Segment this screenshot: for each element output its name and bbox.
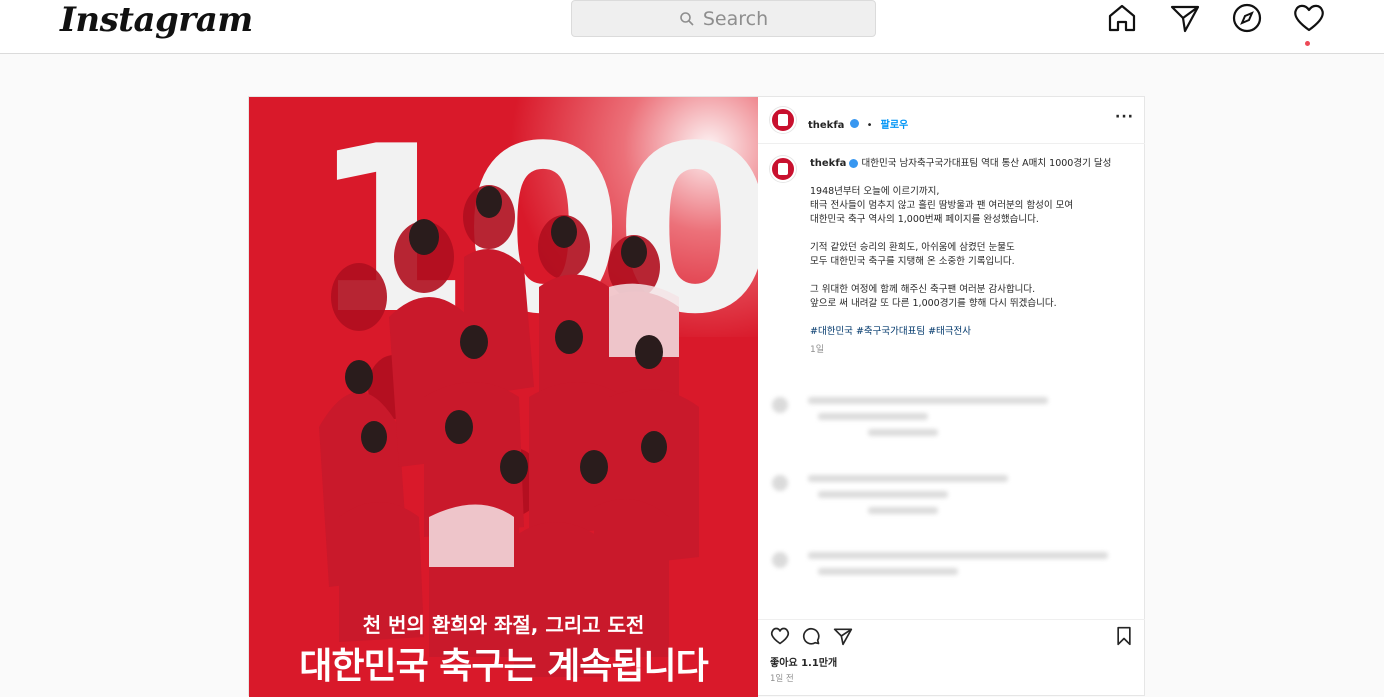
post-header-meta: thekfa • 팔로우 bbox=[808, 113, 908, 132]
caption-paragraph-3: 그 위대한 여정에 함께 해주신 축구팬 여러분 감사합니다. 앞으로 써 내려… bbox=[810, 284, 1057, 309]
post-card: 1000 bbox=[248, 96, 1145, 697]
caption-headline: 대한민국 남자축구국가대표팀 역대 통산 A매치 1000경기 달성 bbox=[861, 158, 1112, 169]
direct-icon[interactable] bbox=[1167, 0, 1203, 36]
search-placeholder: Search bbox=[702, 7, 769, 30]
caption-username[interactable]: thekfa bbox=[810, 158, 846, 169]
caption-hashtags[interactable]: #대한민국 #축구국가대표팀 #태극전사 bbox=[810, 325, 1130, 339]
explore-icon[interactable] bbox=[1229, 0, 1265, 36]
comment-item[interactable] bbox=[772, 475, 1132, 535]
home-icon[interactable] bbox=[1104, 0, 1140, 36]
caption-age: 1일 bbox=[810, 345, 825, 355]
caption-paragraph-1: 1948년부터 오늘에 이르기까지, 태극 전사들이 멈추지 않고 흘린 땀방울… bbox=[810, 186, 1074, 225]
comment-icon[interactable] bbox=[799, 624, 823, 648]
post-timestamp: 1일 전 bbox=[770, 674, 794, 684]
like-icon[interactable] bbox=[768, 624, 792, 648]
header-separator: • bbox=[866, 120, 873, 131]
account-avatar[interactable] bbox=[770, 107, 796, 133]
save-icon[interactable] bbox=[1112, 624, 1136, 648]
caption-paragraph-2: 기적 같았던 승리의 환희도, 아쉬움에 삼켰던 눈물도 모두 대한민국 축구를… bbox=[810, 242, 1015, 267]
top-navigation-bar: Instagram Search bbox=[0, 0, 1384, 54]
share-icon[interactable] bbox=[831, 624, 855, 648]
poster-title: 대한민국 축구는 계속됩니다 bbox=[299, 646, 709, 687]
notification-dot bbox=[1305, 41, 1310, 46]
players-group-illustration bbox=[319, 185, 699, 677]
caption-verified-badge-icon bbox=[849, 159, 859, 168]
verified-badge-icon bbox=[849, 119, 859, 128]
instagram-logo[interactable]: Instagram bbox=[60, 0, 253, 40]
follow-button[interactable]: 팔로우 bbox=[881, 120, 909, 131]
search-input[interactable]: Search bbox=[571, 0, 876, 37]
search-icon bbox=[680, 11, 694, 26]
more-options-icon[interactable]: ··· bbox=[1115, 109, 1134, 125]
post-actions-bar bbox=[758, 619, 1145, 649]
likes-count[interactable]: 좋아요 1.1만개 bbox=[770, 654, 837, 669]
post-sidebar: thekfa • 팔로우 ··· thekfa 대한민국 남자축구국가대표팀 역… bbox=[758, 97, 1145, 697]
post-caption: thekfa 대한민국 남자축구국가대표팀 역대 통산 A매치 1000경기 달… bbox=[810, 157, 1130, 357]
account-username[interactable]: thekfa bbox=[808, 120, 844, 131]
poster-subtitle: 천 번의 환희와 좌절, 그리고 도전 bbox=[362, 613, 645, 637]
post-header: thekfa • 팔로우 ··· bbox=[758, 97, 1145, 144]
comment-item[interactable] bbox=[772, 397, 1132, 457]
comment-item[interactable] bbox=[772, 552, 1132, 602]
activity-heart-icon[interactable] bbox=[1291, 0, 1327, 36]
caption-avatar[interactable] bbox=[770, 156, 796, 182]
post-image[interactable]: 1000 bbox=[249, 97, 758, 697]
